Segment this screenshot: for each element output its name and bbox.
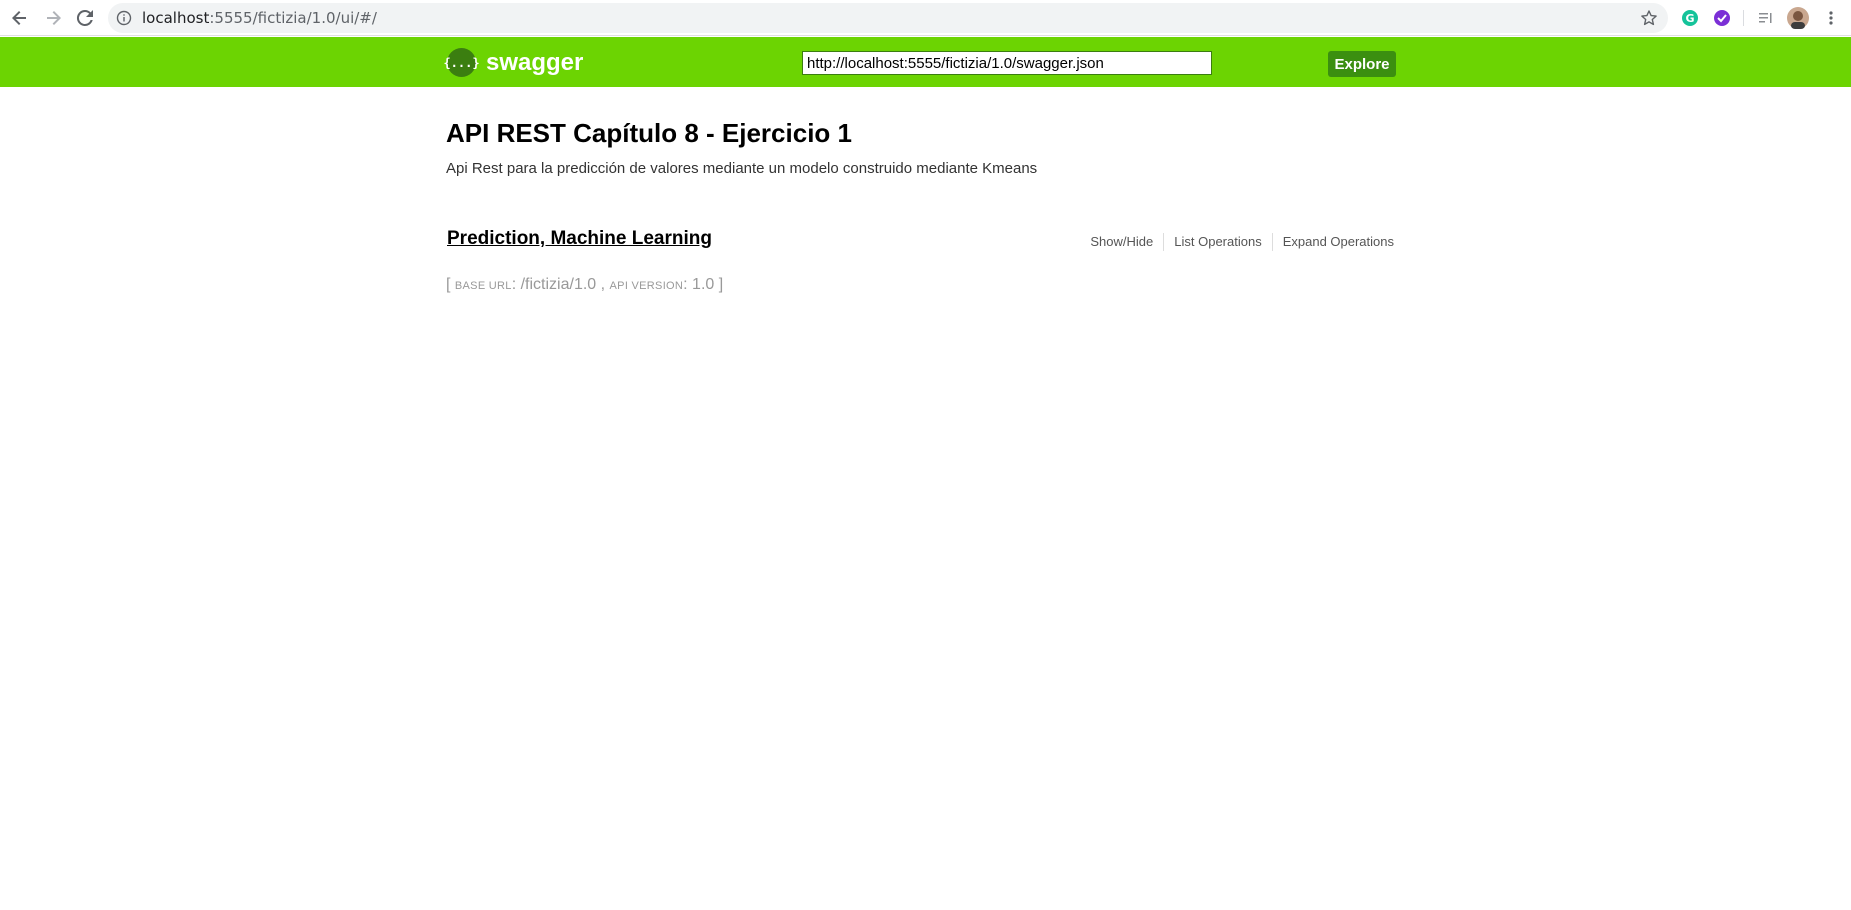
star-icon[interactable] [1640,9,1658,31]
api-version-label: api version [609,280,684,292]
base-url-value: /fictizia/1.0 [520,276,597,293]
resource-operations: Show/Hide List Operations Expand Operati… [1080,233,1396,251]
swagger-logo-icon: {...} [443,48,480,77]
info-icon[interactable] [116,10,132,30]
page-title: API REST Capítulo 8 - Ejercicio 1 [446,118,852,148]
reading-list-icon[interactable] [1755,7,1777,29]
forward-icon[interactable] [41,6,65,30]
url-path: :5555/fictizia/1.0/ui/#/ [209,9,377,27]
open-bracket: [ [446,276,451,293]
back-icon[interactable] [8,6,32,30]
browser-toolbar: localhost:5555/fictizia/1.0/ui/#/ G [0,0,1851,36]
close-bracket: ] [718,276,724,293]
svg-text:G: G [1685,12,1694,25]
swagger-header: {...} swagger Explore [0,37,1851,87]
swagger-logo-text: swagger [486,48,584,76]
swagger-logo[interactable]: {...} swagger [443,48,584,77]
explore-button[interactable]: Explore [1328,51,1396,77]
show-hide-link[interactable]: Show/Hide [1080,233,1163,251]
toolbar-divider [1743,10,1744,26]
spec-url-input[interactable] [802,51,1212,75]
api-version-value: 1.0 [692,276,715,293]
reload-icon[interactable] [73,6,97,30]
url-host: localhost [142,9,210,27]
base-url-label: base url [454,280,512,292]
grammarly-icon[interactable]: G [1679,7,1701,29]
resource-name-link[interactable]: Prediction, Machine Learning [447,228,712,250]
avatar[interactable] [1787,7,1809,29]
extension-check-icon[interactable] [1711,7,1733,29]
expand-operations-link[interactable]: Expand Operations [1271,233,1396,251]
resource-section: Prediction, Machine Learning Show/Hide L… [446,226,1396,254]
list-operations-link[interactable]: List Operations [1163,233,1271,251]
address-bar[interactable]: localhost:5555/fictizia/1.0/ui/#/ [108,3,1668,33]
base-info: [ base url: /fictizia/1.0 , api version:… [446,276,724,293]
url-text[interactable]: localhost:5555/fictizia/1.0/ui/#/ [142,9,377,27]
api-description: Api Rest para la predicción de valores m… [446,160,1038,177]
api-info: API REST Capítulo 8 - Ejercicio 1 Api Re… [446,118,1396,177]
menu-icon[interactable] [1820,7,1842,29]
